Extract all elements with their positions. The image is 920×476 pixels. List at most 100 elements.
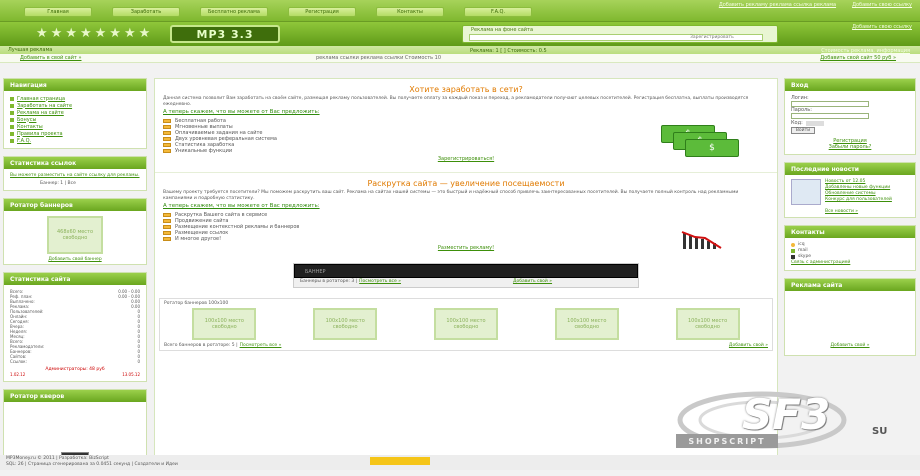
banner-placeholder[interactable]: 468x60 место свободно: [47, 216, 103, 254]
header-box-field[interactable]: Зарегистрировать: [469, 34, 763, 41]
nav-block: Навигация Главная страница Заработать на…: [3, 78, 147, 149]
star-icon: ★: [123, 26, 136, 41]
login-title: Вход: [785, 79, 915, 91]
news-title: Последние новости: [785, 163, 915, 175]
news-item[interactable]: Конкурс для пользователей: [825, 197, 892, 203]
watermark-logo: SF3 SHOPSCRIPT SU: [672, 380, 916, 460]
watermark-su: SU: [872, 426, 888, 437]
stat-label: Ссылок:: [10, 359, 27, 364]
small-banner[interactable]: 100x100 место свободно: [433, 308, 498, 340]
code-label: Код:: [791, 120, 803, 126]
nav-contacts[interactable]: Контакты: [376, 7, 444, 17]
star-icon: ★: [79, 26, 92, 41]
small-banner[interactable]: 100x100 место свободно: [313, 308, 378, 340]
captcha-image: [805, 120, 824, 126]
sidebar-item-earn[interactable]: Заработать на сайте: [10, 102, 140, 109]
top-bar: Главная Заработать Бесплатно реклама Рег…: [0, 0, 920, 22]
date-row: 1.02.12 13.05.12: [10, 372, 140, 377]
header: ★ ★ ★ ★ ★ ★ ★ ★ MP3 3.3 Реклама на фоне сайта З…: [0, 22, 920, 46]
login-button[interactable]: Войти: [791, 127, 815, 134]
small-banners-add-link[interactable]: Добавить свой »: [729, 343, 768, 348]
divider: [155, 172, 777, 173]
promo-offer-link[interactable]: А теперь скажем, что вы можете от Вас пр…: [163, 203, 769, 209]
sidebar-item-contacts[interactable]: Контакты: [10, 123, 140, 130]
sidebar-item-label: Бонусы: [17, 116, 37, 123]
link-stats-text[interactable]: Вы можете разместить на сайте ссылку для…: [10, 173, 140, 178]
link-stats-info: Баннер: 1 | Все: [40, 181, 76, 186]
small-banner[interactable]: 100x100 место свободно: [554, 308, 619, 340]
contacts-body: icq mail skype Связь с администрацией: [785, 238, 915, 270]
adline-left-link[interactable]: Добавить в свой сайт »: [20, 55, 82, 61]
feature-icon: [163, 119, 171, 123]
forgot-link[interactable]: Забыли пароль?: [791, 144, 909, 150]
ad-block: Реклама сайта Добавить свой »: [784, 278, 916, 356]
big-banner[interactable]: БАННЕР: [294, 264, 638, 278]
ad-line: Добавить в свой сайт » реклама ссылки ре…: [0, 54, 920, 63]
big-banner-add-link[interactable]: Добавить свой »: [513, 279, 552, 284]
sidebar-item-rules[interactable]: Правила проекта: [10, 130, 140, 137]
small-banners-count: Всего баннеров в ротаторе: 5 |: [164, 343, 238, 348]
top-add-link[interactable]: Добавить свою ссылку: [852, 2, 912, 8]
sidebar-item-label: F.A.Q.: [17, 137, 32, 144]
feature-icon: [163, 219, 171, 223]
chart-down-icon: [681, 231, 722, 249]
feature-icon: [163, 137, 171, 141]
ad-add-link[interactable]: Добавить свой »: [785, 343, 915, 348]
banner-add-link[interactable]: Добавить свой баннер: [6, 257, 144, 262]
mail-icon: [791, 249, 795, 253]
bullet-icon: [10, 117, 14, 122]
feature-icon: [163, 213, 171, 217]
stat-value: 0: [137, 359, 140, 364]
link-stats-body: Вы можете разместить на сайте ссылку для…: [4, 169, 146, 190]
nav-home[interactable]: Главная: [24, 7, 92, 17]
cover-rotator-title: Ротатор кверов: [4, 390, 146, 402]
feature-icon: [163, 125, 171, 129]
sidebar-nav-list: Главная страница Заработать на сайте Рек…: [4, 91, 146, 148]
feature-icon: [163, 237, 171, 241]
small-banners-all-link[interactable]: Посмотреть все »: [240, 343, 282, 348]
sidebar-item-label: Главная страница: [17, 95, 66, 102]
big-banner-all-link[interactable]: Посмотреть все »: [359, 279, 401, 284]
promo-heading: Раскрутка сайта — увеличение посещаемост…: [367, 179, 565, 188]
sidebar-item-bonus[interactable]: Бонусы: [10, 116, 140, 123]
nav-free-ads[interactable]: Бесплатно реклама: [200, 7, 268, 17]
earn-offer-link[interactable]: А теперь скажем, что вы можете от Вас пр…: [163, 109, 769, 115]
banner-rotator-block: Ротатор баннеров 468x60 место свободно Д…: [3, 198, 147, 265]
stat-row: Ссылок: 0: [10, 359, 140, 364]
nav-register[interactable]: Регистрация: [288, 7, 356, 17]
news-body: Новость от 12.05 Добавлены новые функции…: [785, 175, 915, 209]
link-stats-title: Статистика ссылок: [4, 157, 146, 169]
header-add-link[interactable]: Добавить свою ссылку: [852, 24, 912, 30]
contacts-line[interactable]: Связь с администрацией: [791, 260, 909, 266]
small-banner[interactable]: 100x100 место свободно: [192, 308, 257, 340]
news-more[interactable]: Все новости »: [785, 209, 915, 217]
site-stats-block: Статистика сайта Всего: 0.00 - 0.00 Реф. …: [3, 272, 147, 382]
feature-icon: [163, 143, 171, 147]
sidebar-item-label: Реклама на сайте: [17, 109, 64, 116]
earn-intro: Данная система позволит Вам заработать н…: [163, 96, 749, 107]
nav-block-title: Навигация: [4, 79, 146, 91]
earn-heading: Хотите заработать в сети?: [409, 85, 523, 94]
sidebar-item-home[interactable]: Главная страница: [10, 95, 140, 102]
captcha-row: Код:: [791, 119, 909, 127]
nav-earn[interactable]: Заработать: [112, 7, 180, 17]
small-banner[interactable]: 100x100 место свободно: [675, 308, 740, 340]
nav-faq[interactable]: F.A.Q.: [464, 7, 532, 17]
site-logo[interactable]: MP3 3.3: [170, 25, 280, 43]
adline-right-link[interactable]: Добавить свой сайт 50 руб »: [820, 55, 896, 61]
earn-section: Хотите заработать в сети? Данная система…: [155, 79, 777, 168]
sidebar-item-ads[interactable]: Реклама на сайте: [10, 109, 140, 116]
big-banner-block: БАННЕР Баннеры в ротаторе: 3 | Посмотреть…: [293, 263, 639, 288]
sidebar-item-faq[interactable]: F.A.Q.: [10, 137, 140, 144]
watermark-sf3: SF3: [742, 390, 831, 439]
footer-counter[interactable]: [370, 457, 430, 465]
banner-rotator-body: 468x60 место свободно Добавить свой банн…: [4, 211, 146, 264]
top-ad-link[interactable]: Добавить рекламу реклама ссылка реклама: [719, 2, 836, 8]
big-banner-count: Баннеры в ротаторе: 3 |: [300, 279, 358, 284]
news-block: Последние новости Новость от 12.05 Добав…: [784, 162, 916, 218]
promo-features: Раскрутка Вашего сайта в сервисе Продвиж…: [163, 212, 769, 242]
header-box-title: Реклама на фоне сайта: [471, 27, 534, 33]
small-banners-info: Всего баннеров в ротаторе: 5 | Посмотреть…: [164, 343, 768, 348]
star-icon: ★: [65, 26, 77, 41]
advertise-cta[interactable]: Разместить рекламу!: [163, 245, 769, 251]
